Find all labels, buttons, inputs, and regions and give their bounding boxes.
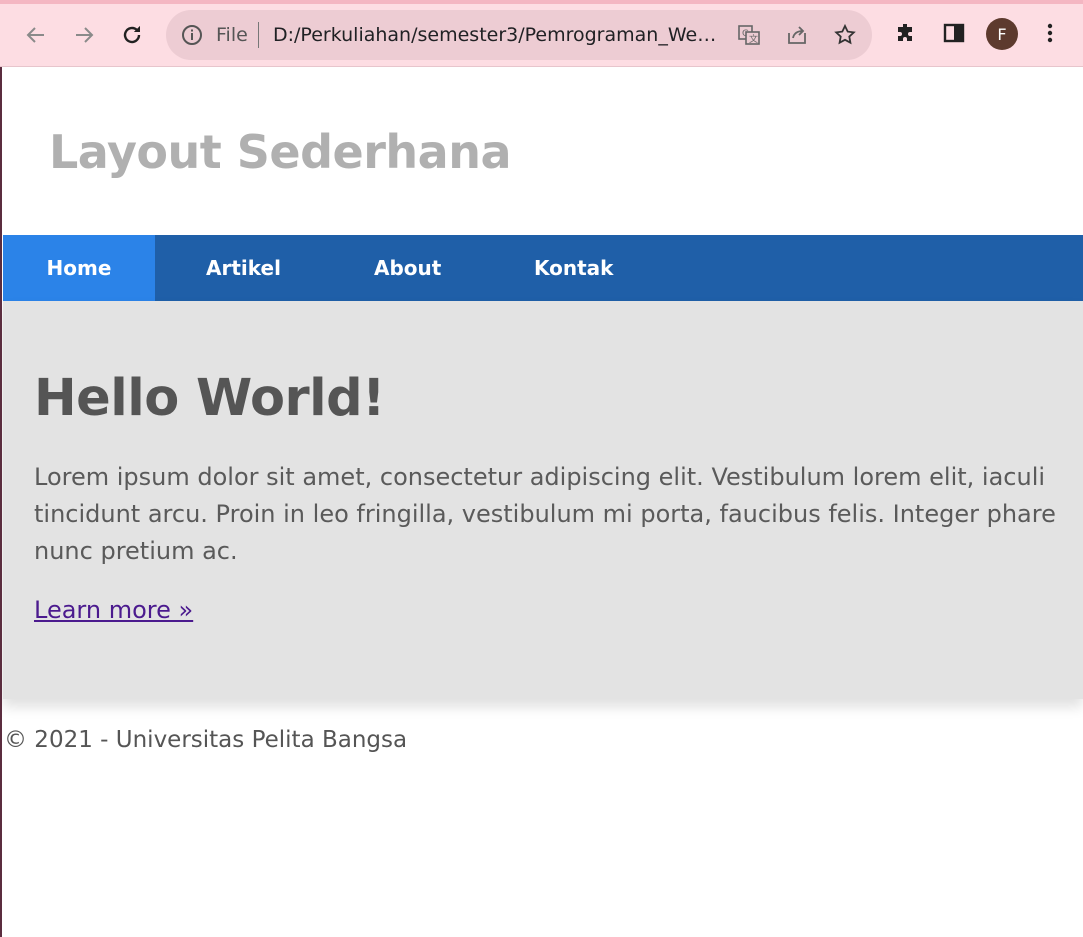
share-icon[interactable] <box>785 23 809 51</box>
hero-text-line: Lorem ipsum dolor sit amet, consectetur … <box>34 463 1046 491</box>
back-button[interactable] <box>20 19 52 51</box>
svg-text:文: 文 <box>749 33 758 45</box>
browser-toolbar: File D:/Perkuliahan/semester3/Pemrograma… <box>0 4 1083 67</box>
arrow-right-icon <box>76 27 94 43</box>
footer-copyright: © 2021 - Universitas Pelita Bangsa <box>4 727 408 753</box>
nav-kontak[interactable]: Kontak <box>534 235 613 301</box>
extensions-puzzle-icon[interactable] <box>894 21 918 49</box>
kebab-menu-icon[interactable] <box>1038 21 1062 49</box>
hero-section: Hello World! Lorem ipsum dolor sit amet,… <box>3 301 1083 699</box>
side-panel-icon[interactable] <box>942 21 966 49</box>
nav-artikel[interactable]: Artikel <box>206 235 281 301</box>
profile-avatar[interactable]: F <box>986 18 1018 50</box>
hero-text-line: tincidunt arcu. Proin in leo fringilla, … <box>34 500 1056 528</box>
main-navbar: Home Artikel About Kontak <box>3 235 1083 301</box>
arrow-left-icon <box>26 27 44 43</box>
info-icon[interactable] <box>180 23 204 51</box>
reload-icon <box>123 26 141 44</box>
address-bar[interactable]: File D:/Perkuliahan/semester3/Pemrograma… <box>166 10 872 60</box>
url-text[interactable]: D:/Perkuliahan/semester3/Pemrograman_Web… <box>273 24 719 46</box>
translate-icon[interactable]: G文 <box>737 23 761 51</box>
learn-more-link[interactable]: Learn more » <box>34 596 193 624</box>
web-page: Layout Sederhana Home Artikel About Kont… <box>0 67 1083 937</box>
nav-about[interactable]: About <box>374 235 441 301</box>
bookmark-star-icon[interactable] <box>833 23 857 51</box>
reload-button[interactable] <box>116 19 148 51</box>
forward-button[interactable] <box>68 19 100 51</box>
nav-home[interactable]: Home <box>3 235 155 301</box>
hero-heading: Hello World! <box>34 369 385 428</box>
url-separator <box>258 22 259 48</box>
site-title: Layout Sederhana <box>49 125 512 179</box>
window-edge <box>0 67 2 937</box>
hero-paragraph: Lorem ipsum dolor sit amet, consectetur … <box>34 459 1083 570</box>
url-scheme: File <box>216 24 248 46</box>
hero-text-line: nunc pretium ac. <box>34 537 238 565</box>
